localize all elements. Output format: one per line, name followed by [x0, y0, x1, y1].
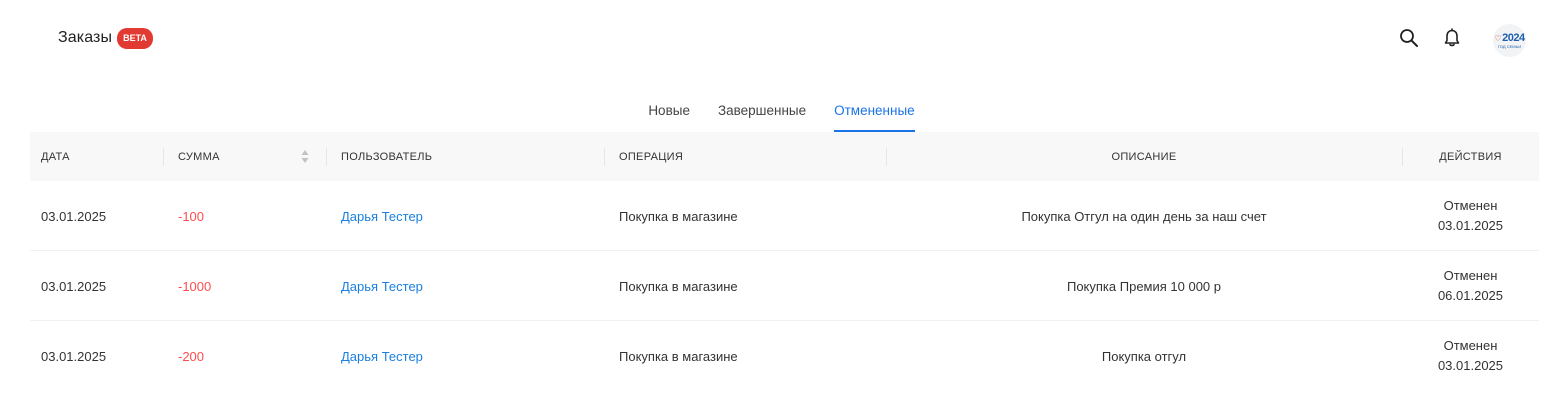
- tab-completed[interactable]: Завершенные: [718, 100, 806, 132]
- cell-date: 03.01.2025: [41, 278, 107, 294]
- table-row: 03.01.2025 -1000 Дарья Тестер Покупка в …: [30, 251, 1539, 321]
- cell-actions: Отменен 06.01.2025: [1402, 251, 1539, 321]
- user-avatar[interactable]: ♡2024 ГОД СЕМЬИ: [1493, 24, 1526, 57]
- user-link[interactable]: Дарья Тестер: [341, 279, 423, 294]
- cell-amount: -100: [178, 208, 205, 224]
- cell-amount: -1000: [178, 278, 212, 294]
- cell-date: 03.01.2025: [41, 208, 107, 224]
- status-date: 03.01.2025: [1437, 358, 1504, 373]
- cell-operation: Покупка в магазине: [619, 278, 738, 294]
- table-header: ДАТА СУММА ПОЛЬЗОВАТЕЛЬ ОПЕРАЦИЯ ОПИСАНИ…: [30, 132, 1539, 181]
- cell-actions: Отменен 03.01.2025: [1402, 321, 1539, 391]
- cell-amount: -200: [178, 348, 205, 364]
- avatar-caption: ГОД СЕМЬИ: [1497, 43, 1522, 49]
- tab-cancelled[interactable]: Отмененные: [834, 100, 915, 132]
- orders-table: ДАТА СУММА ПОЛЬЗОВАТЕЛЬ ОПЕРАЦИЯ ОПИСАНИ…: [30, 132, 1539, 391]
- search-button[interactable]: [1398, 27, 1420, 49]
- status-text: Отменен: [1443, 198, 1498, 213]
- avatar-year: ♡2024: [1494, 31, 1525, 44]
- col-date: ДАТА: [41, 150, 70, 163]
- search-icon: [1400, 29, 1418, 47]
- col-divider: [604, 148, 605, 166]
- col-amount[interactable]: СУММА: [178, 132, 220, 181]
- cell-description: Покупка Отгул на один день за наш счет: [1021, 208, 1267, 224]
- cell-date: 03.01.2025: [41, 348, 107, 364]
- top-bar: Заказы BETA ♡2024 ГОД СЕМЬИ: [0, 0, 1563, 78]
- status-text: Отменен: [1443, 268, 1498, 283]
- beta-badge: BETA: [117, 27, 153, 49]
- col-user: ПОЛЬЗОВАТЕЛЬ: [341, 150, 433, 163]
- sort-icon[interactable]: [301, 149, 309, 164]
- status-text: Отменен: [1443, 338, 1498, 353]
- table-row: 03.01.2025 -100 Дарья Тестер Покупка в м…: [30, 181, 1539, 251]
- cell-actions: Отменен 03.01.2025: [1402, 181, 1539, 251]
- status-tabs: Новые Завершенные Отмененные: [0, 100, 1563, 132]
- title-group: Заказы BETA: [58, 26, 153, 50]
- page-title: Заказы: [58, 29, 113, 46]
- orders-page: Заказы BETA ♡2024 ГОД СЕМЬИ Новые Заверш…: [0, 0, 1563, 410]
- tab-new[interactable]: Новые: [648, 100, 690, 132]
- col-actions: ДЕЙСТВИЯ: [1439, 150, 1502, 163]
- col-divider: [326, 148, 327, 166]
- col-divider: [163, 148, 164, 166]
- status-date: 06.01.2025: [1437, 288, 1504, 303]
- avatar-year-text: 2024: [1502, 31, 1525, 44]
- cell-description: Покупка Премия 10 000 р: [1066, 278, 1222, 294]
- table-row: 03.01.2025 -200 Дарья Тестер Покупка в м…: [30, 321, 1539, 391]
- cell-user: Дарья Тестер: [341, 321, 423, 391]
- cell-user: Дарья Тестер: [341, 251, 423, 321]
- notifications-button[interactable]: [1441, 27, 1463, 49]
- heart-icon: ♡: [1494, 33, 1502, 43]
- bell-icon: [1444, 28, 1460, 47]
- col-operation: ОПЕРАЦИЯ: [619, 150, 684, 163]
- cell-operation: Покупка в магазине: [619, 348, 738, 364]
- col-description: ОПИСАНИЕ: [1111, 150, 1177, 163]
- user-link[interactable]: Дарья Тестер: [341, 349, 423, 364]
- cell-description: Покупка отгул: [1101, 348, 1187, 364]
- status-date: 03.01.2025: [1437, 218, 1504, 233]
- cell-user: Дарья Тестер: [341, 181, 423, 251]
- cell-operation: Покупка в магазине: [619, 208, 738, 224]
- user-link[interactable]: Дарья Тестер: [341, 209, 423, 224]
